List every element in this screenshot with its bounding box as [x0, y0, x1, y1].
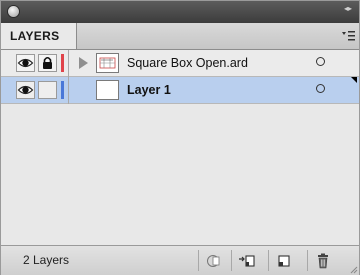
layer-color-indicator [61, 81, 64, 99]
delete-layer-icon [317, 253, 328, 268]
collapse-panel-icon[interactable]: ◂▸ [343, 5, 353, 18]
create-sublayer-icon [238, 254, 255, 267]
layer-name[interactable]: Layer 1 [127, 77, 171, 103]
create-new-layer-icon [277, 254, 290, 267]
visibility-toggle[interactable] [16, 54, 35, 72]
resize-grip-icon[interactable] [348, 264, 358, 274]
layers-panel: ◂▸ LAYERS Square Box Open.ard Layer 1 2 … [0, 0, 360, 275]
delete-layer-button[interactable] [307, 250, 337, 271]
tab-layers[interactable]: LAYERS [1, 23, 77, 49]
panel-menu-icon[interactable] [341, 29, 355, 43]
visibility-toggle[interactable] [16, 81, 35, 99]
lock-toggle[interactable] [38, 54, 57, 72]
expand-arrow-icon[interactable] [79, 57, 88, 69]
target-circle-icon[interactable] [316, 57, 325, 66]
layer-row-selected[interactable]: Layer 1 [1, 77, 359, 104]
layer-count: 2 Layers [23, 253, 70, 267]
lock-toggle[interactable] [38, 81, 57, 99]
panel-footer: 2 Layers [1, 245, 359, 275]
make-clipping-mask-icon [206, 254, 219, 267]
layer-thumbnail [96, 53, 119, 73]
column-divider [68, 50, 69, 77]
tab-bar: LAYERS [1, 23, 359, 50]
column-divider [68, 77, 69, 104]
selection-indicator-icon [351, 77, 357, 83]
close-panel-button[interactable] [8, 6, 19, 17]
layers-list: Square Box Open.ard Layer 1 [1, 50, 359, 245]
layer-row[interactable]: Square Box Open.ard [1, 50, 359, 77]
eye-icon [17, 58, 34, 68]
eye-icon [17, 85, 34, 95]
layer-color-indicator [61, 54, 64, 72]
thumbnail-artwork [99, 57, 116, 69]
create-sublayer-button[interactable] [231, 250, 261, 271]
panel-title-bar[interactable]: ◂▸ [1, 1, 359, 23]
make-clipping-mask-button[interactable] [198, 250, 228, 271]
layer-name[interactable]: Square Box Open.ard [127, 50, 248, 76]
create-new-layer-button[interactable] [268, 250, 298, 271]
target-circle-icon[interactable] [316, 84, 325, 93]
layer-thumbnail [96, 80, 119, 100]
lock-icon [43, 56, 52, 69]
